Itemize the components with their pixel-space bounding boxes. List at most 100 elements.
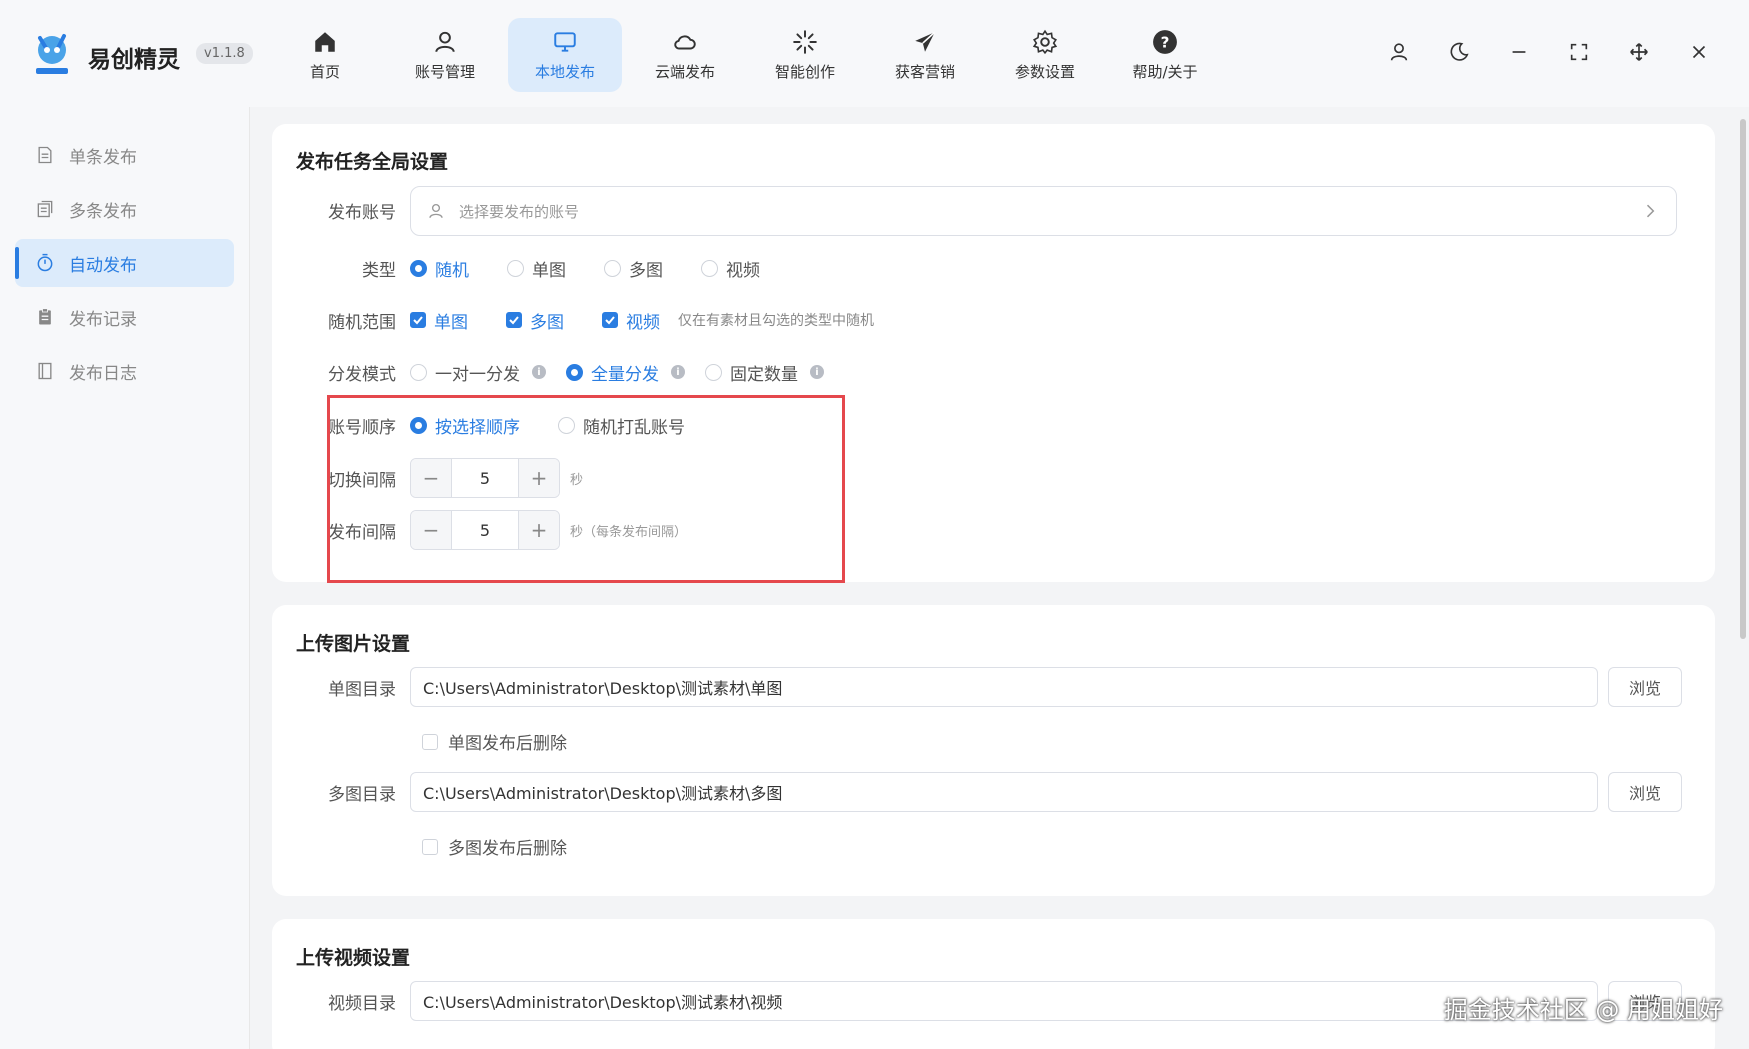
- radio-indicator: [701, 259, 718, 277]
- window-controls: [1387, 40, 1711, 64]
- help-icon: ?: [1153, 29, 1177, 54]
- type-radio-random[interactable]: 随机: [410, 256, 469, 281]
- move-icon: [1630, 43, 1648, 61]
- field-label: 单图目录: [328, 679, 396, 700]
- option-label: 视频: [626, 312, 660, 333]
- fullscreen-button[interactable]: [1567, 40, 1591, 64]
- close-button[interactable]: [1687, 40, 1711, 64]
- close-icon: [1692, 45, 1706, 59]
- video-upload-card: 上传视频设置 视频目录 C:\Users\Administrator\Deskt…: [272, 919, 1715, 1049]
- section-title: 发布任务全局设置: [296, 151, 449, 173]
- option-label: 单图发布后删除: [448, 734, 567, 754]
- option-label: 全量分发: [591, 364, 659, 385]
- fullscreen-icon: [1570, 43, 1588, 61]
- single-delete-checkbox[interactable]: 单图发布后删除: [422, 729, 567, 754]
- sidebar-item-publish-log[interactable]: 发布日志: [15, 347, 234, 395]
- main-nav: 首页 账号管理 本地发布 云端发布 智能创作 获客营销 参数设置 ? 帮助/关于: [268, 18, 1222, 92]
- video-dir-input[interactable]: C:\Users\Administrator\Desktop\测试素材\视频: [410, 981, 1598, 1021]
- nav-label: 本地发布: [534, 62, 595, 81]
- nav-settings[interactable]: 参数设置: [988, 18, 1102, 92]
- gear-icon: [1032, 29, 1058, 54]
- mode-radio-fixed[interactable]: 固定数量 i: [705, 360, 824, 385]
- sidebar-item-label: 多条发布: [69, 201, 137, 222]
- home-icon: [315, 31, 335, 52]
- browse-button[interactable]: 浏览: [1608, 772, 1682, 812]
- range-check-single[interactable]: 单图: [410, 308, 468, 333]
- checkbox-checked-icon: [506, 312, 522, 328]
- multi-delete-checkbox[interactable]: 多图发布后删除: [422, 834, 567, 859]
- nav-label: 账号管理: [414, 62, 475, 81]
- nav-ai-create[interactable]: 智能创作: [748, 18, 862, 92]
- cloud-icon: [674, 34, 696, 49]
- user-icon: [429, 203, 443, 218]
- nav-label: 首页: [309, 62, 340, 81]
- single-image-dir-input[interactable]: C:\Users\Administrator\Desktop\测试素材\单图: [410, 667, 1598, 707]
- nav-accounts[interactable]: 账号管理: [388, 18, 502, 92]
- app-logo: [30, 28, 74, 78]
- account-select[interactable]: 选择要发布的账号: [410, 186, 1677, 236]
- sidebar-item-auto-publish[interactable]: 自动发布: [15, 239, 234, 287]
- minimize-button[interactable]: [1507, 40, 1531, 64]
- profile-button[interactable]: [1387, 40, 1411, 64]
- browse-button[interactable]: 浏览: [1608, 667, 1682, 707]
- documents-icon: [37, 200, 53, 218]
- nav-home[interactable]: 首页: [268, 18, 382, 92]
- option-label: 一对一分发: [435, 364, 520, 385]
- type-radio-video[interactable]: 视频: [701, 256, 760, 281]
- nav-label: 帮助/关于: [1132, 62, 1198, 81]
- range-check-video[interactable]: 视频: [602, 308, 660, 333]
- field-label: 类型: [362, 260, 396, 281]
- minimize-icon: [1512, 51, 1526, 53]
- nav-help[interactable]: ? 帮助/关于: [1108, 18, 1222, 92]
- theme-toggle-button[interactable]: [1447, 40, 1471, 64]
- mode-radio-full[interactable]: 全量分发 i: [566, 360, 685, 385]
- nav-label: 云端发布: [654, 62, 715, 81]
- nav-local-publish[interactable]: 本地发布: [508, 18, 622, 92]
- info-icon[interactable]: i: [810, 365, 824, 379]
- radio-indicator: [705, 363, 722, 381]
- sidebar-item-multi-publish[interactable]: 多条发布: [15, 185, 234, 233]
- image-upload-card: 上传图片设置 单图目录 C:\Users\Administrator\Deskt…: [272, 605, 1715, 896]
- sidebar-item-label: 单条发布: [69, 147, 137, 168]
- type-radio-multi[interactable]: 多图: [604, 256, 663, 281]
- option-label: 多图发布后删除: [448, 839, 567, 859]
- range-check-multi[interactable]: 多图: [506, 308, 564, 333]
- scrollbar[interactable]: [1737, 107, 1749, 1049]
- field-label: 多图目录: [328, 784, 396, 805]
- nav-cloud-publish[interactable]: 云端发布: [628, 18, 742, 92]
- type-radio-single[interactable]: 单图: [507, 256, 566, 281]
- option-label: 单图: [434, 312, 468, 333]
- multi-image-dir-input[interactable]: C:\Users\Administrator\Desktop\测试素材\多图: [410, 772, 1598, 812]
- nav-label: 参数设置: [1014, 62, 1075, 81]
- info-icon[interactable]: i: [671, 365, 685, 379]
- option-label: 单图: [532, 260, 566, 281]
- move-button[interactable]: [1627, 40, 1651, 64]
- app-name: 易创精灵: [88, 47, 180, 73]
- sidebar-item-label: 发布日志: [69, 363, 137, 384]
- highlight-box: [327, 395, 845, 583]
- checkbox-unchecked-icon: [422, 838, 438, 855]
- sidebar-item-publish-records[interactable]: 发布记录: [15, 293, 234, 341]
- mode-radio-one-to-one[interactable]: 一对一分发 i: [410, 360, 546, 385]
- info-icon[interactable]: i: [532, 365, 546, 379]
- nav-label: 智能创作: [774, 62, 835, 81]
- field-label: 分发模式: [328, 364, 396, 385]
- section-title: 上传图片设置: [296, 633, 411, 655]
- nav-marketing[interactable]: 获客营销: [868, 18, 982, 92]
- field-label: 发布账号: [328, 203, 396, 223]
- option-label: 多图: [629, 260, 663, 281]
- moon-icon: [1450, 42, 1469, 61]
- account-select-placeholder: 选择要发布的账号: [459, 202, 580, 221]
- option-label: 随机: [435, 260, 469, 281]
- checkbox-checked-icon: [602, 312, 618, 328]
- field-label: 视频目录: [328, 993, 396, 1014]
- nav-label: 获客营销: [894, 62, 955, 81]
- scrollbar-thumb[interactable]: [1740, 119, 1746, 639]
- radio-indicator: [604, 259, 621, 277]
- checkbox-unchecked-icon: [422, 733, 438, 750]
- sidebar-item-single-publish[interactable]: 单条发布: [15, 131, 234, 179]
- range-hint: 仅在有素材且勾选的类型中随机: [678, 313, 874, 329]
- radio-indicator: [566, 363, 583, 381]
- top-bar: 易创精灵 v1.1.8 首页 账号管理 本地发布 云端发布 智能创作 获客营销: [0, 0, 1749, 107]
- sparkle-icon: [793, 29, 817, 54]
